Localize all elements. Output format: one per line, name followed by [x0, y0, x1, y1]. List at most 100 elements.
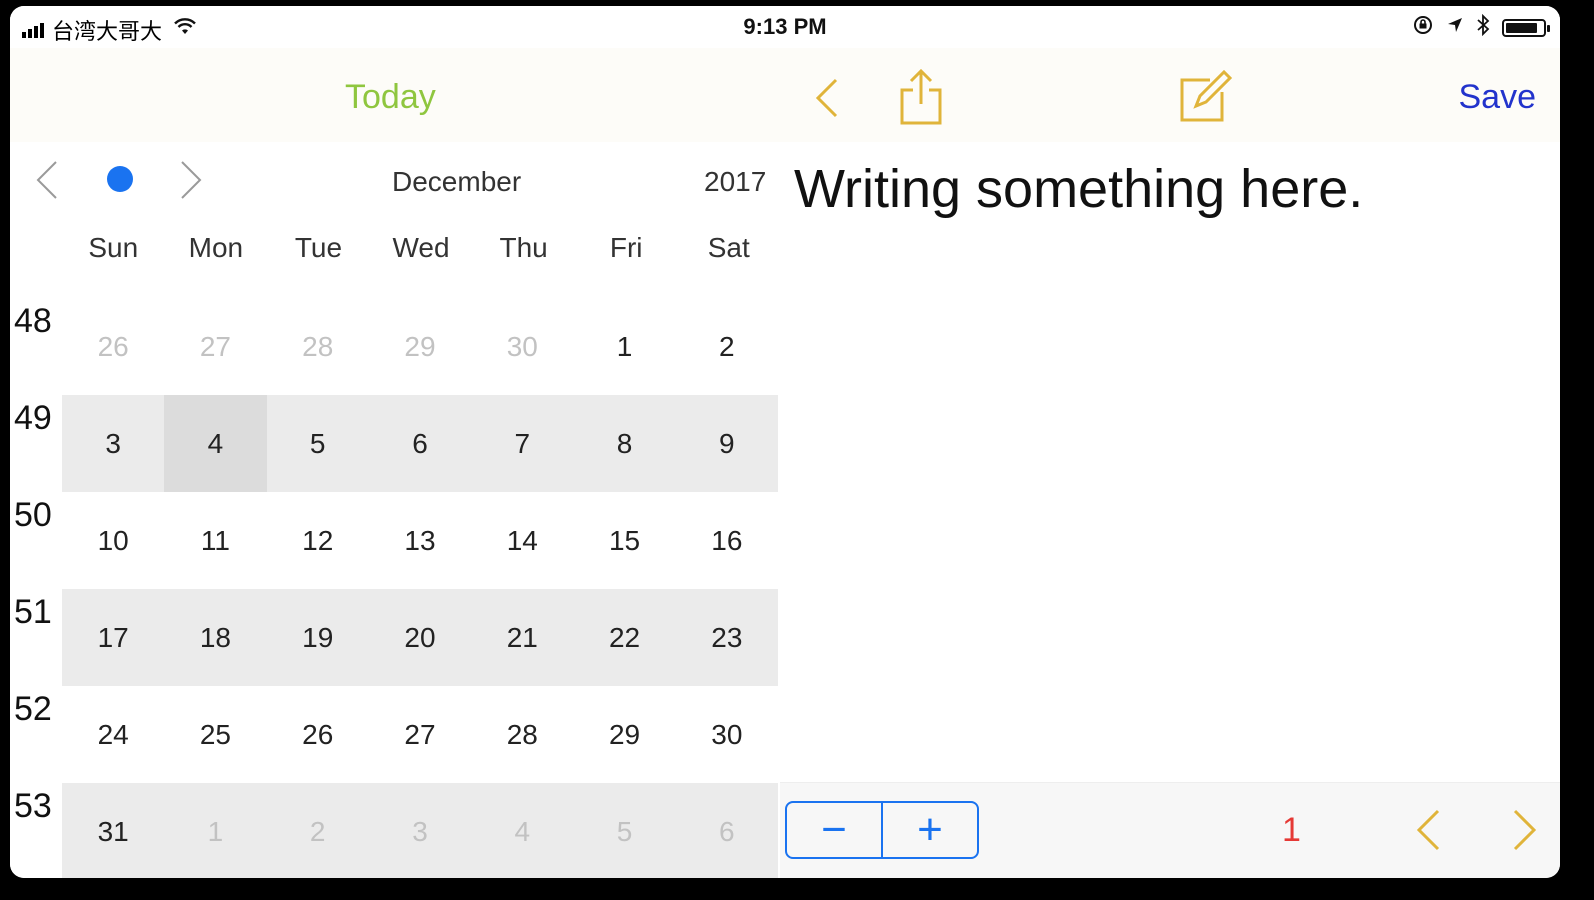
- day-cell[interactable]: 18: [164, 589, 266, 686]
- day-cell[interactable]: 19: [267, 589, 369, 686]
- week-number: 51: [14, 593, 52, 631]
- status-bar: 台湾大哥大 9:13 PM: [10, 6, 1560, 48]
- day-cell[interactable]: 10: [62, 492, 164, 589]
- day-cell[interactable]: 4: [471, 783, 573, 878]
- decrease-button[interactable]: −: [787, 803, 883, 857]
- bluetooth-icon: [1476, 13, 1490, 42]
- week-number: 52: [14, 690, 52, 728]
- today-dot[interactable]: [107, 166, 133, 192]
- day-cell[interactable]: 28: [471, 686, 573, 783]
- day-cell[interactable]: 5: [267, 395, 369, 492]
- day-cell[interactable]: 8: [573, 395, 675, 492]
- day-cell[interactable]: 29: [369, 298, 471, 395]
- calendar-grid: 48 26 27 28 29 30 1 2 49 3 4 5 6 7 8 9 50 10 11 12 13 14 15 16 5…: [10, 298, 780, 878]
- weekday-label: Tue: [294, 232, 343, 263]
- day-cell[interactable]: 6: [676, 783, 778, 878]
- prev-month-icon[interactable]: [32, 158, 60, 207]
- day-cell[interactable]: 5: [573, 783, 675, 878]
- day-cell[interactable]: 6: [369, 395, 471, 492]
- day-cell[interactable]: 26: [62, 298, 164, 395]
- week-days: 26 27 28 29 30 1 2: [62, 298, 778, 395]
- weekday-header: Sun Mon Tue Wed Thu Fri Sat: [62, 232, 780, 264]
- day-cell[interactable]: 11: [164, 492, 266, 589]
- week-row: 49 3 4 5 6 7 8 9: [10, 395, 780, 492]
- battery-icon: [1502, 19, 1550, 37]
- increase-button[interactable]: +: [883, 803, 977, 857]
- weekday-label: Wed: [392, 232, 450, 263]
- day-cell[interactable]: 30: [676, 686, 778, 783]
- day-cell[interactable]: 30: [471, 298, 573, 395]
- week-days: 3456789: [62, 395, 778, 492]
- orientation-lock-icon: [1412, 14, 1434, 42]
- day-cell[interactable]: 27: [164, 298, 266, 395]
- week-number: 53: [14, 787, 52, 825]
- prev-page-icon[interactable]: [1413, 807, 1443, 858]
- app-screen: 台湾大哥大 9:13 PM Today Save December 2017 S…: [10, 6, 1560, 878]
- weekday-label: Thu: [499, 232, 548, 263]
- save-button[interactable]: Save: [1459, 78, 1537, 117]
- day-cell[interactable]: 24: [62, 686, 164, 783]
- day-cell[interactable]: 31: [62, 783, 164, 878]
- week-number: 49: [14, 399, 52, 437]
- status-time: 9:13 PM: [743, 14, 827, 39]
- day-cell[interactable]: 2: [267, 783, 369, 878]
- weekday-label: Mon: [188, 232, 244, 263]
- day-cell[interactable]: 14: [471, 492, 573, 589]
- day-cell[interactable]: 26: [267, 686, 369, 783]
- day-cell[interactable]: 2: [676, 298, 778, 395]
- note-text[interactable]: Writing something here.: [794, 158, 1363, 220]
- week-days: 31 1 2 3 4 5 6: [62, 783, 778, 878]
- day-cell[interactable]: 9: [676, 395, 778, 492]
- calendar-panel: December 2017 Sun Mon Tue Wed Thu Fri Sa…: [10, 142, 780, 878]
- day-cell[interactable]: 23: [676, 589, 778, 686]
- day-cell[interactable]: 21: [471, 589, 573, 686]
- week-days: 10 11 12 13 14 15 16: [62, 492, 778, 589]
- next-page-icon[interactable]: [1510, 807, 1540, 858]
- day-cell[interactable]: 20: [369, 589, 471, 686]
- day-cell[interactable]: 15: [573, 492, 675, 589]
- today-button[interactable]: Today: [345, 78, 436, 117]
- day-cell[interactable]: 7: [471, 395, 573, 492]
- week-number: 50: [14, 496, 52, 534]
- day-cell[interactable]: 3: [62, 395, 164, 492]
- day-cell[interactable]: 27: [369, 686, 471, 783]
- day-cell[interactable]: 17: [62, 589, 164, 686]
- weekday-label: Sat: [707, 232, 750, 263]
- calendar-nav: December 2017: [10, 142, 780, 222]
- day-cell[interactable]: 28: [267, 298, 369, 395]
- day-cell[interactable]: 13: [369, 492, 471, 589]
- month-label[interactable]: December: [392, 166, 521, 198]
- weekday-label: Sun: [88, 232, 139, 263]
- day-cell[interactable]: 12: [267, 492, 369, 589]
- status-right: [1412, 13, 1550, 42]
- week-row: 53 31 1 2 3 4 5 6: [10, 783, 780, 878]
- back-chevron-icon[interactable]: [810, 76, 842, 125]
- week-row: 50 10 11 12 13 14 15 16: [10, 492, 780, 589]
- day-cell[interactable]: 25: [164, 686, 266, 783]
- compose-icon[interactable]: [1178, 69, 1233, 129]
- week-row: 52 24 25 26 27 28 29 30: [10, 686, 780, 783]
- next-month-icon[interactable]: [178, 158, 206, 207]
- location-icon: [1446, 16, 1464, 40]
- week-row: 48 26 27 28 29 30 1 2: [10, 298, 780, 395]
- battery-fill: [1506, 23, 1537, 33]
- share-icon[interactable]: [898, 68, 944, 131]
- bottom-bar: − + 1: [780, 782, 1560, 878]
- note-editor[interactable]: Writing something here.: [780, 142, 1560, 782]
- day-cell[interactable]: 1: [164, 783, 266, 878]
- day-cell[interactable]: 16: [676, 492, 778, 589]
- week-row: 51 17 18 19 20 21 22 23: [10, 589, 780, 686]
- day-cell[interactable]: 3: [369, 783, 471, 878]
- day-cell[interactable]: 22: [573, 589, 675, 686]
- week-days: 17 18 19 20 21 22 23: [62, 589, 778, 686]
- toolbar: Today Save: [10, 48, 1560, 143]
- day-cell-selected[interactable]: 4: [164, 395, 267, 492]
- year-label[interactable]: 2017: [704, 166, 766, 198]
- week-days: 24 25 26 27 28 29 30: [62, 686, 778, 783]
- day-cell[interactable]: 1: [573, 298, 675, 395]
- font-size-stepper: − +: [785, 801, 979, 859]
- weekday-label: Fri: [609, 232, 643, 263]
- page-number: 1: [1282, 811, 1301, 849]
- week-number: 48: [14, 302, 52, 340]
- day-cell[interactable]: 29: [573, 686, 675, 783]
